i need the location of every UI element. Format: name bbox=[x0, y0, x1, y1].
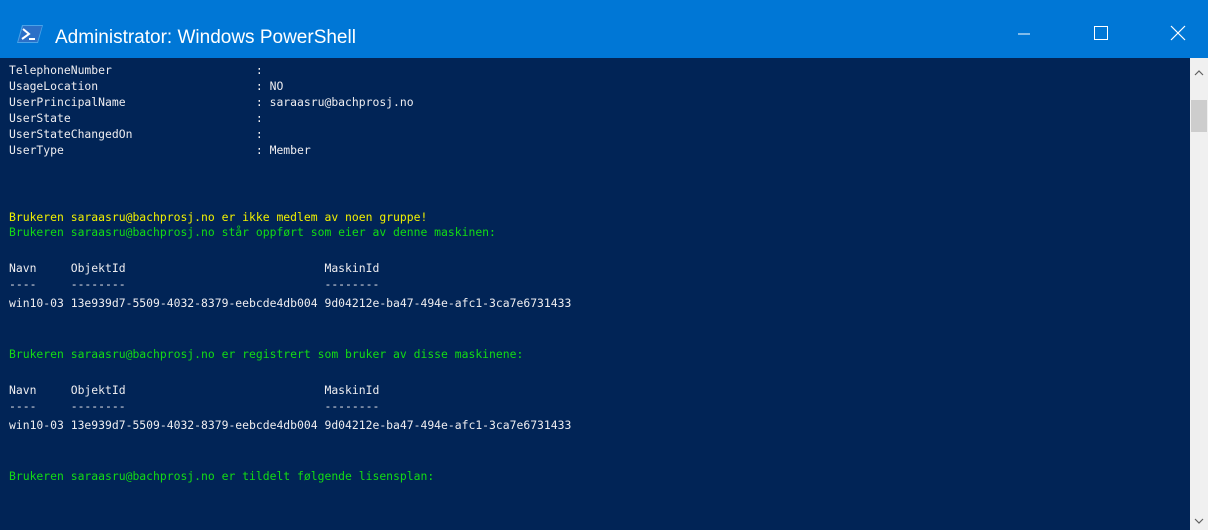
maximize-button[interactable] bbox=[1075, 8, 1127, 58]
table-row: win10-03 13e939d7-5509-4032-8379-eebcde4… bbox=[9, 296, 572, 310]
console-line-user-principal-name: UserPrincipalName : saraasru@bachprosj.n… bbox=[9, 95, 414, 109]
scroll-up-button[interactable] bbox=[1190, 64, 1208, 82]
scrollbar-thumb[interactable] bbox=[1191, 100, 1207, 132]
console-output[interactable]: TelephoneNumber : UsageLocation : NO Use… bbox=[0, 58, 1190, 530]
title-bar[interactable]: Administrator: Windows PowerShell bbox=[0, 0, 1208, 58]
group-warning-message: Brukeren saraasru@bachprosj.no er ikke m… bbox=[9, 210, 428, 224]
vertical-scrollbar[interactable] bbox=[1190, 58, 1208, 530]
close-button[interactable] bbox=[1152, 8, 1204, 58]
minimize-icon bbox=[1018, 33, 1030, 35]
scroll-up-icon bbox=[1194, 70, 1204, 76]
table-separator-row: ---- -------- -------- bbox=[9, 277, 380, 291]
license-plan-message: Brukeren saraasru@bachprosj.no er tildel… bbox=[9, 469, 435, 483]
window-title: Administrator: Windows PowerShell bbox=[55, 27, 356, 48]
minimize-button[interactable] bbox=[998, 8, 1050, 58]
close-icon bbox=[1170, 25, 1186, 41]
owner-machines-message: Brukeren saraasru@bachprosj.no står oppf… bbox=[9, 225, 496, 239]
table-header-row: Navn ObjektId MaskinId bbox=[9, 261, 380, 275]
console-line-telephone-number: TelephoneNumber : bbox=[9, 63, 263, 77]
console-line-user-type: UserType : Member bbox=[9, 143, 311, 157]
registered-machines-message: Brukeren saraasru@bachprosj.no er regist… bbox=[9, 347, 524, 361]
console-line-user-state: UserState : bbox=[9, 111, 263, 125]
console-line-usage-location: UsageLocation : NO bbox=[9, 79, 284, 93]
scroll-down-icon bbox=[1194, 518, 1204, 524]
scroll-down-button[interactable] bbox=[1190, 512, 1208, 530]
console-line-user-state-changed-on: UserStateChangedOn : bbox=[9, 127, 263, 141]
table-separator-row: ---- -------- -------- bbox=[9, 399, 380, 413]
powershell-icon bbox=[17, 25, 43, 43]
table-header-row: Navn ObjektId MaskinId bbox=[9, 383, 380, 397]
table-row: win10-03 13e939d7-5509-4032-8379-eebcde4… bbox=[9, 418, 572, 432]
maximize-icon bbox=[1094, 26, 1108, 40]
